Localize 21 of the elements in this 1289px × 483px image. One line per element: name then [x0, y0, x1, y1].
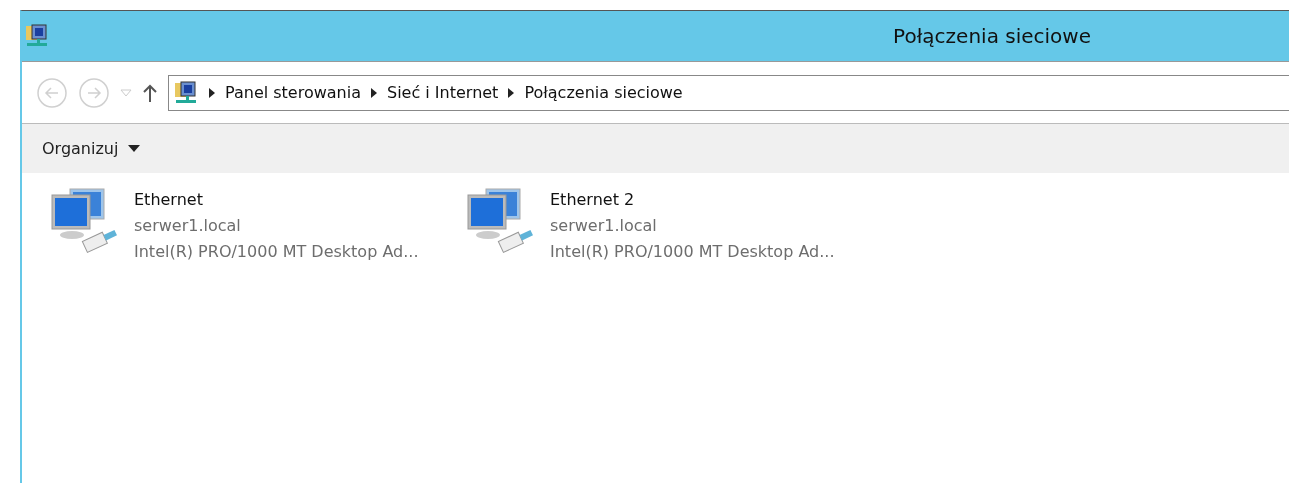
- caret-icon[interactable]: [128, 145, 141, 152]
- breadcrumb-item[interactable]: Połączenia sieciowe: [524, 80, 683, 105]
- breadcrumb-item[interactable]: Panel sterowania: [225, 80, 361, 105]
- chevron-icon[interactable]: [508, 87, 515, 98]
- adapter-name: Intel(R) PRO/1000 MT Desktop Ad...: [550, 241, 835, 263]
- address-bar[interactable]: Panel sterowania Sieć i Internet Połączenia sieciowe: [168, 74, 1289, 111]
- breadcrumb-item[interactable]: Sieć i Internet: [387, 80, 499, 105]
- window-title: Połączenia sieciowe: [893, 23, 1091, 50]
- network-folder-icon: [173, 79, 199, 106]
- up-button[interactable]: [142, 82, 158, 103]
- connection-name: Ethernet: [134, 189, 204, 211]
- connection-item[interactable]: Ethernet 2 serwer1.local Intel(R) PRO/1000 MT Desktop Ad...: [464, 187, 858, 265]
- adapter-name: Intel(R) PRO/1000 MT Desktop Ad...: [134, 241, 419, 263]
- connection-name: Ethernet 2: [550, 189, 636, 211]
- network-name: serwer1.local: [550, 215, 658, 237]
- chevron-icon[interactable]: [209, 87, 215, 98]
- chevron-icon[interactable]: [371, 87, 377, 98]
- network-folder-icon: [24, 23, 50, 49]
- connection-item[interactable]: Ethernet serwer1.local Intel(R) PRO/1000 MT Desktop Ad...: [48, 187, 442, 265]
- network-name: serwer1.local: [134, 215, 242, 237]
- organize-menu-button[interactable]: Organizuj: [42, 136, 141, 161]
